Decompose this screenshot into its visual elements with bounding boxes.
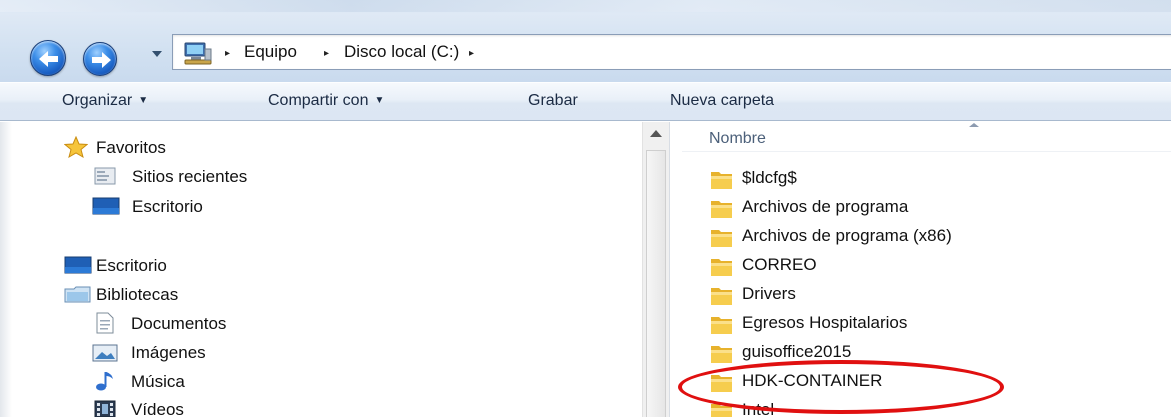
folder-icon (710, 226, 734, 252)
pane-divider[interactable] (669, 122, 681, 417)
file-name: Egresos Hospitalarios (742, 313, 908, 332)
file-name: CORREO (742, 255, 817, 274)
libraries-icon (64, 286, 91, 303)
file-row[interactable]: Egresos Hospitalarios (706, 311, 1146, 339)
nav-item-music[interactable]: Música (131, 372, 185, 392)
nav-item-favorites[interactable]: Favoritos (96, 138, 166, 158)
nav-pane-scrollbar[interactable] (642, 122, 669, 417)
back-button[interactable] (30, 40, 66, 76)
folder-icon (710, 168, 734, 194)
arrow-left-icon (39, 51, 58, 67)
file-row[interactable]: CORREO (706, 253, 1146, 281)
nav-item-videos[interactable]: Vídeos (131, 400, 184, 417)
folder-icon (710, 197, 734, 223)
chevron-down-icon: ▼ (374, 95, 385, 106)
file-name: Drivers (742, 284, 796, 303)
document-icon (96, 312, 114, 334)
nav-item-desktop-favorite[interactable]: Escritorio (132, 197, 203, 217)
folder-icon (710, 313, 734, 339)
scrollbar-thumb[interactable] (646, 150, 666, 417)
forward-button[interactable] (83, 42, 117, 76)
new-folder-button[interactable]: Nueva carpeta (670, 92, 774, 110)
file-row[interactable]: Drivers (706, 282, 1146, 310)
nav-item-recent[interactable]: Sitios recientes (132, 167, 247, 187)
nav-item-images[interactable]: Imágenes (131, 343, 206, 363)
scroll-up-arrow-icon[interactable] (650, 130, 662, 137)
recent-pages-dropdown[interactable] (150, 47, 164, 61)
breadcrumb-separator[interactable]: ▸ (324, 48, 329, 59)
burn-button[interactable]: Grabar (528, 92, 578, 110)
title-bar: ▸ Equipo ▸ Disco local (C:) ▸ (0, 0, 1171, 82)
pane-edge (0, 122, 12, 417)
column-header-name[interactable]: Nombre (682, 122, 1171, 152)
breadcrumb-separator[interactable]: ▸ (225, 48, 230, 59)
breadcrumb-separator[interactable]: ▸ (469, 48, 474, 59)
file-name: Archivos de programa (742, 197, 909, 216)
file-name: $ldcfg$ (742, 168, 797, 187)
image-icon (92, 344, 118, 362)
address-bar[interactable]: ▸ Equipo ▸ Disco local (C:) ▸ (172, 34, 1171, 70)
share-menu[interactable]: Compartir con ▼ (268, 92, 384, 110)
command-bar: Organizar ▼ Compartir con ▼ Grabar Nueva c… (0, 82, 1171, 121)
recent-places-icon (94, 167, 116, 185)
star-icon (64, 136, 88, 158)
desktop-icon (92, 197, 120, 215)
file-name: guisoffice2015 (742, 342, 852, 361)
video-icon (94, 400, 116, 417)
column-header-label: Nombre (709, 130, 766, 147)
breadcrumb-equipo[interactable]: Equipo (244, 42, 297, 62)
breadcrumb-disco-local[interactable]: Disco local (C:) (344, 42, 459, 62)
nav-item-desktop[interactable]: Escritorio (96, 256, 167, 276)
desktop-icon (64, 256, 92, 274)
chevron-down-icon: ▼ (138, 95, 149, 106)
highlight-ellipse-annotation (678, 360, 1004, 414)
navigation-pane: Favoritos Sitios recientes Escritorio Es… (0, 122, 669, 417)
music-note-icon (96, 372, 113, 391)
organize-menu[interactable]: Organizar ▼ (62, 92, 148, 110)
folder-icon (710, 255, 734, 281)
computer-icon (184, 42, 212, 65)
arrow-right-icon (92, 52, 111, 68)
organize-label: Organizar (62, 92, 133, 109)
share-label: Compartir con (268, 92, 369, 109)
sort-ascending-icon (969, 123, 979, 127)
folder-icon (710, 342, 734, 368)
nav-item-documents[interactable]: Documentos (131, 314, 226, 334)
nav-item-libraries[interactable]: Bibliotecas (96, 285, 178, 305)
window-top-glow (0, 0, 1171, 12)
file-row[interactable]: $ldcfg$ (706, 166, 1146, 194)
folder-icon (710, 284, 734, 310)
file-row[interactable]: Archivos de programa (706, 195, 1146, 223)
file-row[interactable]: Archivos de programa (x86) (706, 224, 1146, 252)
file-name: Archivos de programa (x86) (742, 226, 952, 245)
